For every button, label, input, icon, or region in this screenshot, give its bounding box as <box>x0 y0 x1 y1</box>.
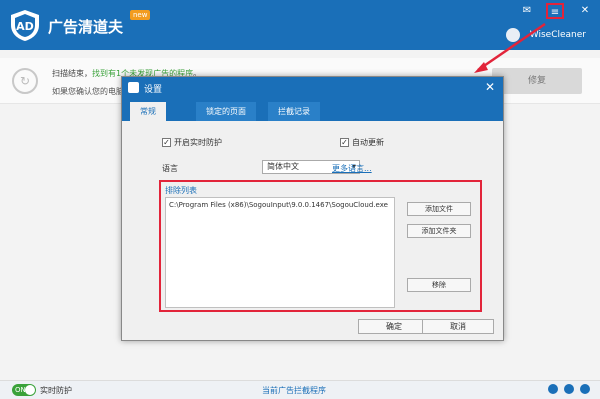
feedback-icon[interactable]: ✉ <box>518 3 536 19</box>
chat-icon[interactable] <box>564 384 574 394</box>
tab-block-log[interactable]: 拦截记录 <box>268 102 320 121</box>
dialog-tabs: 常规 锁定的页面 拦截记录 <box>122 99 503 121</box>
app-title: 广告清道夫 <box>48 18 124 36</box>
add-file-button[interactable]: 添加文件 <box>407 202 471 216</box>
checkbox-checked-icon: ✓ <box>162 138 171 147</box>
settings-shield-icon <box>128 82 139 93</box>
footer-icons <box>542 384 590 397</box>
remove-button[interactable]: 移除 <box>407 278 471 292</box>
exclusion-group: 排除列表 C:\Program Files (x86)\SogouInput\9… <box>159 180 482 312</box>
shield-logo-icon: AD <box>11 10 39 41</box>
refresh-icon: ↻ <box>12 68 38 94</box>
auto-update-checkbox[interactable]: ✓ 自动更新 <box>340 137 384 148</box>
close-button[interactable]: ✕ <box>576 3 594 19</box>
svg-text:AD: AD <box>16 20 34 33</box>
exclusion-title: 排除列表 <box>165 186 197 195</box>
dialog-title-bar: 设置 ✕ <box>122 77 503 99</box>
realtime-checkbox[interactable]: ✓ 开启实时防护 <box>162 137 222 148</box>
tab-locked-pages[interactable]: 锁定的页面 <box>196 102 256 121</box>
language-label: 语言 <box>162 164 178 173</box>
wisecleaner-brand[interactable]: WiseCleaner <box>530 30 586 40</box>
cancel-button[interactable]: 取消 <box>422 319 494 334</box>
list-item[interactable]: C:\Program Files (x86)\SogouInput\9.0.0.… <box>166 198 394 212</box>
wisecleaner-icon <box>506 28 520 42</box>
repair-button[interactable]: 修复 <box>492 68 582 94</box>
status-bar: ON 实时防护 当前广告拦截程序 <box>0 380 600 399</box>
share-icon[interactable] <box>548 384 558 394</box>
title-bar: AD 广告清道夫 new ✉ ≡ ✕ WiseCleaner <box>0 0 600 50</box>
help-icon[interactable] <box>580 384 590 394</box>
menu-button[interactable]: ≡ <box>546 3 564 19</box>
checkbox-checked-icon: ✓ <box>340 138 349 147</box>
more-languages-link[interactable]: 更多语言... <box>332 163 372 174</box>
blocked-programs-link[interactable]: 当前广告拦截程序 <box>262 385 326 396</box>
dialog-close-icon[interactable]: ✕ <box>485 80 495 94</box>
tab-general[interactable]: 常规 <box>130 102 166 121</box>
ok-button[interactable]: 确定 <box>358 319 430 334</box>
app-window: AD 广告清道夫 new ✉ ≡ ✕ WiseCleaner ↻ 扫描结束，找到… <box>0 0 600 399</box>
realtime-toggle[interactable]: ON <box>12 384 36 396</box>
new-badge: new <box>130 10 151 20</box>
settings-dialog: 设置 ✕ 常规 锁定的页面 拦截记录 ✓ 开启实时防护 ✓ 自动更新 语言 简体中文… <box>121 76 504 341</box>
add-folder-button[interactable]: 添加文件夹 <box>407 224 471 238</box>
realtime-label: 实时防护 <box>40 386 72 395</box>
dialog-title: 设置 <box>144 85 163 95</box>
exclusion-list[interactable]: C:\Program Files (x86)\SogouInput\9.0.0.… <box>165 197 395 308</box>
